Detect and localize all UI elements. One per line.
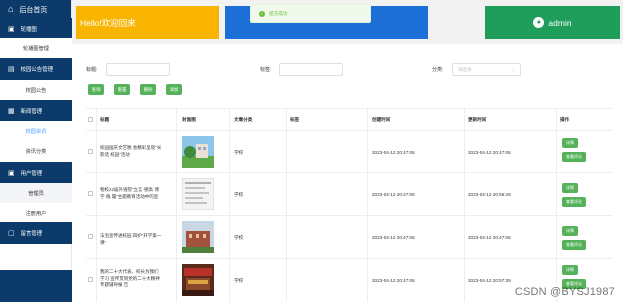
menu-group-notice[interactable]: ▤ 校园公告管理 [0,58,72,80]
row-category: 学校 [234,192,244,197]
news-icon: ▦ [8,108,15,115]
user-icon: ▣ [8,170,15,177]
table-header: 标题 封面图 文章分类 标签 创建时间 更新时间 操作 [86,109,612,131]
notice-icon: ▤ [8,66,15,73]
sidebar-item-registered-users[interactable]: 注册用户 [0,203,72,223]
tag-search-input[interactable] [279,63,343,76]
row-title: 校园国庆文艺晚 会精彩呈现“光影话 校园”活动 [100,145,162,157]
toast-text: 提交成功 [269,10,288,16]
image-icon: ▣ [8,26,15,33]
user-card[interactable]: ● admin [485,6,620,39]
row-title: 物校22届外语院“立言·德高·博学·践 履”主题教育活动中的宣 [100,187,159,199]
column-header[interactable]: 标签 [290,117,299,123]
menu-group-label: 校园公告管理 [20,67,53,73]
menu-group-label: 留言管理 [20,231,43,237]
sidebar-item-label: 资讯分类 [25,148,47,155]
row-created: 2023-04-12 20:47:06 [372,235,415,240]
sidebar-item-label: 校园公告 [25,87,47,94]
column-header[interactable]: 标题 [100,117,109,123]
row-checkbox[interactable] [88,234,93,239]
check-icon: ✓ [259,10,265,17]
cover-image [182,264,214,296]
row-category: 学校 [234,278,244,283]
column-header[interactable]: 更新时间 [468,117,486,123]
sidebar-item-label: 轮播图管理 [23,45,49,52]
sidebar-item-carousel-manage[interactable]: 轮播图管理 [0,38,72,58]
menu-group-label: 新闻管理 [20,109,43,115]
menu-group-news[interactable]: ▦ 新闻管理 [0,100,72,122]
brand-label: 后台首页 [19,7,48,14]
row-updated: 2023-04-12 20:57:39 [468,278,511,283]
view-comments-button[interactable]: 查看评论 [562,152,586,162]
row-created: 2023-04-12 20:47:06 [372,278,415,283]
sidebar-item-label: 注册用户 [25,210,47,217]
sidebar-item-label: 校园资讯 [25,128,47,135]
table-row[interactable]: 法治宣传进校园 四护“开学第一课” 学校 2023-04-12 20:47:06… [86,216,612,259]
add-button[interactable]: 添加 [166,84,182,95]
cover-image [182,221,214,253]
admin-page: ⌂ 后台首页 ▣ 轮播图 轮播图管理 ▤ 校园公告管理 校园公告 ▦ 新闻管理 … [0,0,623,302]
detail-button[interactable]: 详情 [562,138,578,148]
row-category: 学校 [234,235,244,240]
view-comments-button[interactable]: 查看评论 [562,240,586,250]
row-created: 2023-04-12 20:47:06 [372,150,415,155]
category-placeholder: 请选择 [458,66,472,72]
menu-group-users[interactable]: ▣ 用户管理 [0,162,72,184]
sidebar-item-news-category[interactable]: 资讯分类 [0,141,72,161]
sidebar-item-campus-news[interactable]: 校园资讯 [0,121,72,141]
view-comments-button[interactable]: 查看评论 [562,197,586,207]
title-filter-label: 标题: [86,67,98,73]
cover-image [182,136,214,168]
row-updated: 2023-04-12 20:47:06 [468,235,511,240]
sidebar-footer [0,270,72,302]
row-checkbox[interactable] [88,149,93,154]
reset-button[interactable]: 重置 [114,84,130,95]
menu-group-messages[interactable]: ▢ 留言管理 [0,222,72,244]
table-row[interactable]: 物校22届外语院“立言·德高·博学·践 履”主题教育活动中的宣 学校 2023-… [86,173,612,216]
row-title: 法治宣传进校园 四护“开学第一课” [100,233,162,245]
detail-button[interactable]: 详情 [562,226,578,236]
detail-button[interactable]: 详情 [562,265,578,275]
table-row[interactable]: 校园国庆文艺晚 会精彩呈现“光影话 校园”活动 学校 2023-04-12 20… [86,131,612,173]
menu-group-label: 轮播图 [20,27,37,33]
welcome-card: Hello!欢迎回来 [76,6,219,39]
row-created: 2023-04-12 20:47:06 [372,192,415,197]
sidebar-item-admins[interactable]: 管理员 [0,183,72,203]
message-icon: ▢ [8,230,15,237]
tag-filter-label: 标签: [260,67,272,73]
category-select[interactable]: 请选择 ⌄ [452,63,521,76]
search-button[interactable]: 查询 [88,84,104,95]
title-search-input[interactable] [106,63,170,76]
welcome-text: Hello!欢迎回来 [80,17,136,28]
news-table: 标题 封面图 文章分类 标签 创建时间 更新时间 操作 校园国庆文艺晚 会精彩呈… [86,108,612,302]
row-title: 我的二十大代表、校长为我们学习 宣传贯彻党的二十大精神专题辅导报 告 [100,269,160,287]
row-updated: 2023-04-12 20:56:29 [468,192,511,197]
delete-button[interactable]: 删除 [140,84,156,95]
row-checkbox[interactable] [88,191,93,196]
column-header: 封面图 [182,117,196,122]
row-checkbox[interactable] [88,277,93,282]
avatar-icon: ● [533,17,545,28]
category-filter-label: 分类: [432,67,444,73]
row-updated: 2023-04-12 20:47:06 [468,150,511,155]
sidebar-item-notice[interactable]: 校园公告 [0,80,72,100]
cover-image [182,178,214,210]
csdn-watermark: CSDN @BYSJ1987 [514,286,615,298]
detail-button[interactable]: 详情 [562,183,578,193]
column-header[interactable]: 文章分类 [234,117,252,123]
home-icon: ⌂ [8,4,14,14]
sidebar-item-label: 管理员 [28,190,44,197]
success-toast: ✓ 提交成功 [250,4,371,23]
column-header[interactable]: 创建时间 [372,117,390,123]
chevron-down-icon: ⌄ [511,66,515,72]
sidebar: ⌂ 后台首页 ▣ 轮播图 轮播图管理 ▤ 校园公告管理 校园公告 ▦ 新闻管理 … [0,0,72,302]
column-header: 操作 [560,117,570,122]
row-category: 学校 [234,150,244,155]
menu-group-label: 用户管理 [20,171,43,177]
user-name: admin [548,17,572,28]
select-all-checkbox[interactable] [88,117,93,122]
menu-group-carousel[interactable]: ▣ 轮播图 [0,18,72,40]
